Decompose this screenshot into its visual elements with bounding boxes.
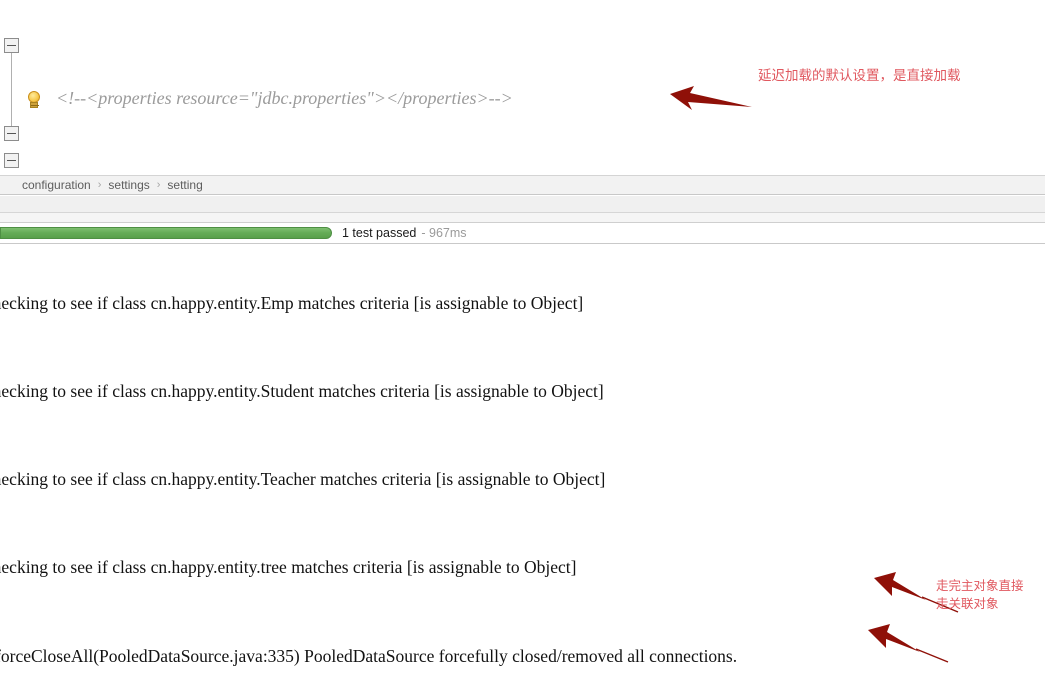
fold-marker-icon[interactable] bbox=[4, 38, 19, 53]
toolwindow-divider-upper bbox=[0, 196, 1045, 213]
code-content[interactable]: <!--<properties resource="jdbc.propertie… bbox=[24, 0, 1045, 175]
code-line-comment[interactable]: <!--<properties resource="jdbc.propertie… bbox=[24, 84, 1045, 112]
breadcrumb-item-settings[interactable]: settings bbox=[108, 178, 149, 192]
test-status-label: 1 test passed bbox=[342, 226, 417, 240]
fold-marker-icon[interactable] bbox=[4, 126, 19, 141]
editor-gutter[interactable] bbox=[0, 0, 24, 175]
annotation-arrow-lazy-loading-icon bbox=[670, 86, 752, 110]
xml-comment: <!--<properties resource="jdbc.propertie… bbox=[56, 88, 513, 108]
breadcrumb[interactable]: configuration › settings › setting bbox=[0, 175, 1045, 195]
console-line: fMatching(ResolverUtil.java:256) Checkin… bbox=[0, 469, 606, 490]
console-log-lines: fMatching(ResolverUtil.java:256) Checkin… bbox=[0, 244, 1045, 683]
breadcrumb-separator-icon: › bbox=[97, 179, 102, 191]
fold-marker-icon[interactable] bbox=[4, 153, 19, 168]
fold-stem bbox=[11, 44, 12, 132]
test-progress-bar bbox=[0, 227, 332, 239]
console-line: fMatching(ResolverUtil.java:256) Checkin… bbox=[0, 381, 604, 402]
console-output-pane[interactable]: fMatching(ResolverUtil.java:256) Checkin… bbox=[0, 244, 1045, 683]
breadcrumb-item-setting[interactable]: setting bbox=[167, 178, 202, 192]
breadcrumb-separator-icon: › bbox=[156, 179, 161, 191]
annotation-note-sql: 走完主对象直接 走关联对象 bbox=[936, 577, 1024, 613]
test-status-text: 1 test passed - 967ms bbox=[342, 223, 467, 243]
annotation-note-sql-line1: 走完主对象直接 bbox=[936, 578, 1024, 593]
test-result-bar: 1 test passed - 967ms bbox=[0, 223, 1045, 243]
test-duration-label: - 967ms bbox=[421, 226, 467, 240]
console-line: fMatching(ResolverUtil.java:256) Checkin… bbox=[0, 292, 584, 313]
annotation-note-sql-line2: 走关联对象 bbox=[936, 596, 999, 611]
breadcrumb-item-configuration[interactable]: configuration bbox=[22, 178, 91, 192]
ide-screenshot: <!--<properties resource="jdbc.propertie… bbox=[0, 0, 1045, 683]
annotation-note-lazy-loading: 延迟加载的默认设置，是直接加载 bbox=[758, 68, 961, 84]
annotation-arrow-related-object-icon bbox=[868, 624, 949, 663]
toolwindow-divider-lower bbox=[0, 213, 1045, 223]
xml-editor-pane[interactable]: <!--<properties resource="jdbc.propertie… bbox=[0, 0, 1045, 175]
